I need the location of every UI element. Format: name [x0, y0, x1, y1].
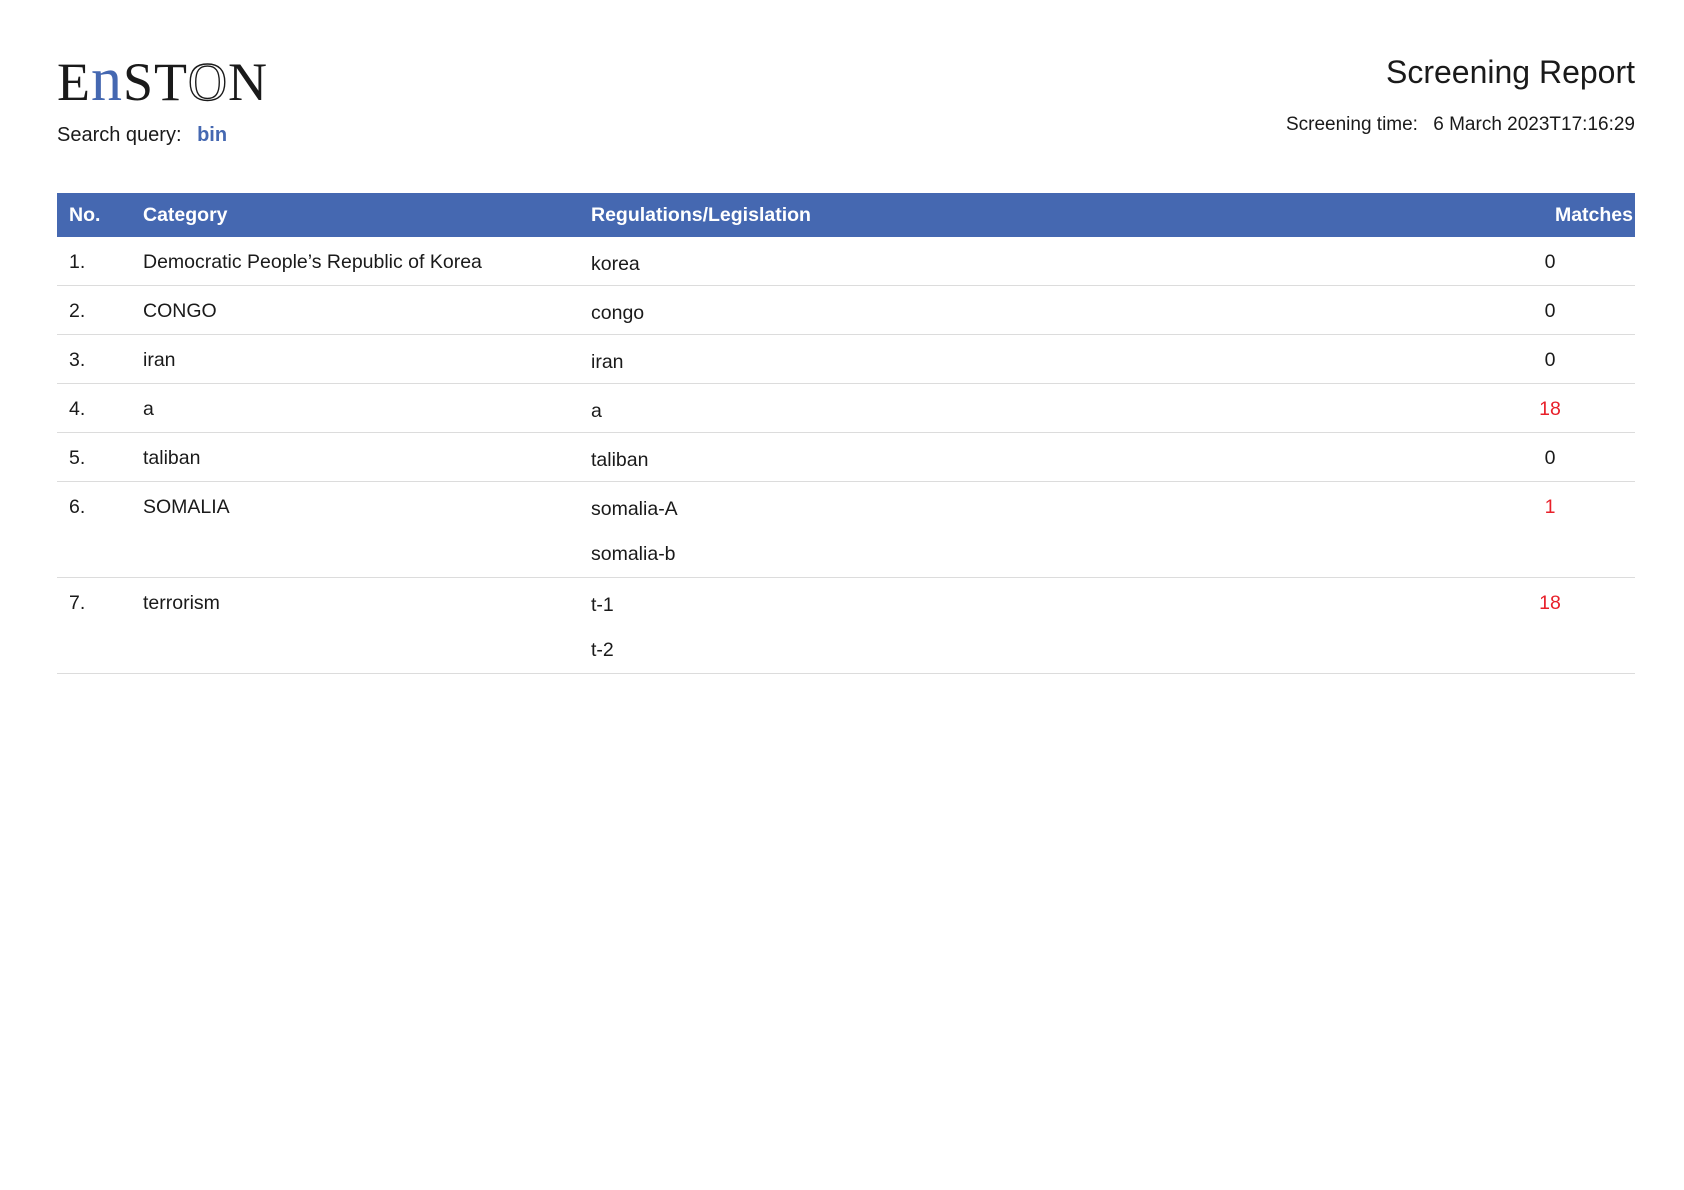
regulation-list: a: [591, 398, 1465, 432]
screening-time: Screening time: 6 March 2023T17:16:29: [1286, 114, 1635, 136]
row-regulations: t-1 t-2: [579, 577, 1465, 674]
row-category: a: [131, 383, 579, 433]
table-row: 1. Democratic People’s Republic of Korea k…: [57, 237, 1635, 286]
regulation-item: taliban: [591, 449, 649, 471]
table-row: 5. taliban taliban 0: [57, 432, 1635, 482]
row-number: 1.: [57, 237, 131, 286]
table-header: No. Category Regulations/Legislation Mat…: [57, 193, 1635, 237]
table-row: 3. iran iran 0: [57, 334, 1635, 384]
column-header-category: Category: [131, 193, 579, 237]
row-matches: 18: [1465, 577, 1635, 674]
row-category: SOMALIA: [131, 481, 579, 578]
row-regulations: somalia-A somalia-b: [579, 481, 1465, 578]
regulation-list: taliban: [591, 447, 1465, 481]
table-row: 7. terrorism t-1 t-2 18: [57, 577, 1635, 674]
row-category: terrorism: [131, 577, 579, 674]
row-category: iran: [131, 334, 579, 384]
column-header-regulations: Regulations/Legislation: [579, 193, 1465, 237]
row-number: 2.: [57, 285, 131, 335]
row-category: taliban: [131, 432, 579, 482]
row-regulations: a: [579, 383, 1465, 433]
row-regulations: iran: [579, 334, 1465, 384]
row-matches: 0: [1465, 334, 1635, 384]
report-title: Screening Report: [1385, 54, 1635, 90]
row-number: 4.: [57, 383, 131, 433]
row-matches: 18: [1465, 383, 1635, 433]
report-page: EnSTON Search query: bin Screening Repor…: [57, 0, 1635, 1190]
row-number: 5.: [57, 432, 131, 482]
search-query: Search query: bin: [57, 124, 227, 147]
regulation-item: t-1: [591, 594, 614, 616]
row-number: 7.: [57, 577, 131, 674]
search-query-label: Search query:: [57, 124, 182, 146]
table-body: 1. Democratic People’s Republic of Korea k…: [57, 237, 1635, 674]
column-header-matches: Matches: [1465, 193, 1635, 237]
regulation-item: korea: [591, 253, 640, 275]
row-matches: 0: [1465, 285, 1635, 335]
regulation-list: congo: [591, 300, 1465, 334]
table-row: 2. CONGO congo 0: [57, 285, 1635, 335]
regulation-item: somalia-b: [591, 543, 676, 565]
regulation-list: korea: [591, 251, 1465, 285]
regulation-item: somalia-A: [591, 498, 678, 520]
screening-time-value: 6 March 2023T17:16:29: [1433, 114, 1635, 135]
row-matches: 1: [1465, 481, 1635, 578]
regulation-list: somalia-A somalia-b: [591, 496, 1465, 577]
row-matches: 0: [1465, 237, 1635, 286]
regulation-list: t-1 t-2: [591, 592, 1465, 673]
regulation-item: congo: [591, 302, 645, 324]
table-row: 6. SOMALIA somalia-A somalia-b 1: [57, 481, 1635, 578]
row-number: 6.: [57, 481, 131, 578]
regulation-list: iran: [591, 349, 1465, 383]
row-regulations: taliban: [579, 432, 1465, 482]
row-regulations: congo: [579, 285, 1465, 335]
regulation-item: t-2: [591, 639, 614, 661]
screening-time-label: Screening time:: [1285, 114, 1418, 135]
report-header: EnSTON Search query: bin Screening Repor…: [57, 0, 1635, 193]
enston-logo: EnSTON: [57, 46, 269, 114]
row-number: 3.: [57, 334, 131, 384]
table-header-row: No. Category Regulations/Legislation Mat…: [57, 193, 1635, 237]
table-row: 4. a a 18: [57, 383, 1635, 433]
row-matches: 0: [1465, 432, 1635, 482]
row-category: CONGO: [131, 285, 579, 335]
column-header-no: No.: [57, 193, 131, 237]
screening-results-table: No. Category Regulations/Legislation Mat…: [57, 193, 1635, 674]
regulation-item: a: [591, 400, 602, 422]
row-category: Democratic People’s Republic of Korea: [131, 237, 579, 286]
row-regulations: korea: [579, 237, 1465, 286]
regulation-item: iran: [591, 351, 624, 373]
search-query-value: bin: [197, 124, 228, 146]
